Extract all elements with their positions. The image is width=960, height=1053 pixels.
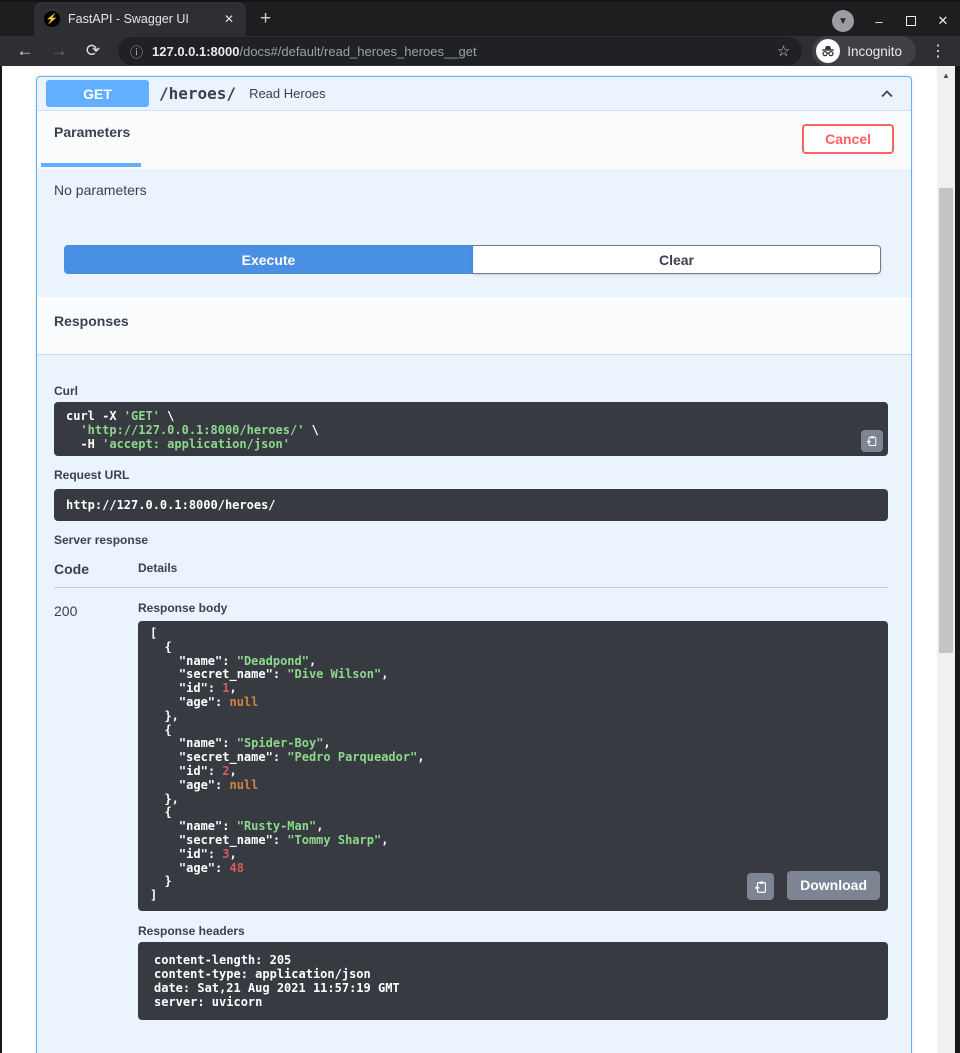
browser-titlebar: ⚡ FastAPI - Swagger UI ✕ + ▼ – ✕: [0, 0, 960, 36]
parameters-header: Parameters Cancel: [37, 110, 911, 169]
incognito-icon: [816, 39, 840, 63]
request-url-label: Request URL: [54, 468, 888, 482]
tab-title: FastAPI - Swagger UI: [68, 12, 220, 26]
execute-section: Execute Clear: [37, 235, 911, 297]
copy-response-button[interactable]: [747, 873, 774, 900]
cancel-button[interactable]: Cancel: [802, 124, 894, 154]
scrollbar-thumb[interactable]: [939, 188, 953, 653]
responses-title: Responses: [54, 313, 129, 329]
tab-search-icon[interactable]: ▼: [832, 10, 854, 32]
incognito-label: Incognito: [847, 44, 902, 59]
curl-command-block: curl -X 'GET' \ 'http://127.0.0.1:8000/h…: [54, 402, 888, 456]
request-url-block: http://127.0.0.1:8000/heroes/: [54, 489, 888, 521]
endpoint-summary: Read Heroes: [249, 86, 877, 101]
incognito-badge: Incognito: [812, 36, 916, 66]
url-bar[interactable]: ⓘ 127.0.0.1:8000 /docs#/default/read_her…: [118, 37, 802, 65]
parameters-body: No parameters: [37, 169, 911, 235]
endpoint-path: /heroes/: [159, 84, 236, 103]
scroll-up-icon[interactable]: ▲: [937, 68, 955, 82]
method-badge: GET: [46, 80, 149, 107]
no-parameters-text: No parameters: [54, 182, 147, 198]
active-tab-underline: [41, 163, 141, 167]
responses-body: Curl curl -X 'GET' \ 'http://127.0.0.1:8…: [37, 355, 911, 1020]
details-column-header: Details: [138, 561, 177, 577]
scrollbar[interactable]: ▲ ▼: [937, 66, 955, 1053]
response-table-header: Code Details: [54, 561, 888, 588]
response-headers-label: Response headers: [138, 924, 888, 938]
opblock-get-heroes: GET /heroes/ Read Heroes Parameters Canc…: [36, 76, 912, 1053]
fastapi-favicon-icon: ⚡: [44, 11, 60, 27]
back-icon[interactable]: ←: [10, 36, 40, 66]
tab-close-icon[interactable]: ✕: [220, 10, 238, 28]
bookmark-star-icon[interactable]: ☆: [777, 42, 790, 60]
swagger-page: GET /heroes/ Read Heroes Parameters Canc…: [2, 66, 937, 1053]
forward-icon[interactable]: →: [44, 36, 74, 66]
status-code: 200: [54, 601, 138, 1020]
collapse-chevron-icon[interactable]: [877, 84, 897, 104]
browser-menu-icon[interactable]: ⋮: [926, 41, 950, 61]
maximize-icon: [906, 16, 916, 26]
clear-button[interactable]: Clear: [473, 245, 881, 274]
maximize-button[interactable]: [904, 14, 918, 28]
minimize-button[interactable]: –: [872, 14, 886, 28]
execute-button[interactable]: Execute: [64, 245, 473, 274]
browser-window: ⚡ FastAPI - Swagger UI ✕ + ▼ – ✕ ← → ⟳ ⓘ…: [0, 0, 960, 1053]
url-host: 127.0.0.1:8000: [152, 44, 239, 59]
response-row-200: 200 Response body [ { "name": "Deadpond"…: [54, 601, 888, 1020]
tab-parameters[interactable]: Parameters: [54, 124, 130, 142]
responses-header: Responses: [37, 297, 911, 355]
copy-curl-button[interactable]: [861, 430, 883, 452]
response-headers-block: content-length: 205content-type: applica…: [138, 942, 888, 1020]
request-url-value: http://127.0.0.1:8000/heroes/: [66, 498, 276, 512]
browser-tab[interactable]: ⚡ FastAPI - Swagger UI ✕: [34, 2, 246, 36]
code-column-header: Code: [54, 561, 138, 577]
server-response-label: Server response: [54, 533, 888, 547]
curl-label: Curl: [54, 384, 888, 398]
browser-toolbar: ← → ⟳ ⓘ 127.0.0.1:8000 /docs#/default/re…: [0, 36, 960, 66]
close-button[interactable]: ✕: [936, 14, 950, 28]
new-tab-button[interactable]: +: [260, 8, 271, 30]
response-body-label: Response body: [138, 601, 888, 615]
opblock-summary[interactable]: GET /heroes/ Read Heroes: [37, 77, 911, 110]
download-button[interactable]: Download: [787, 871, 880, 900]
site-info-icon[interactable]: ⓘ: [130, 42, 143, 61]
url-path: /docs#/default/read_heroes_heroes__get: [239, 44, 768, 59]
reload-icon[interactable]: ⟳: [78, 36, 108, 66]
response-body-block: [ { "name": "Deadpond", "secret_name": "…: [138, 621, 888, 911]
